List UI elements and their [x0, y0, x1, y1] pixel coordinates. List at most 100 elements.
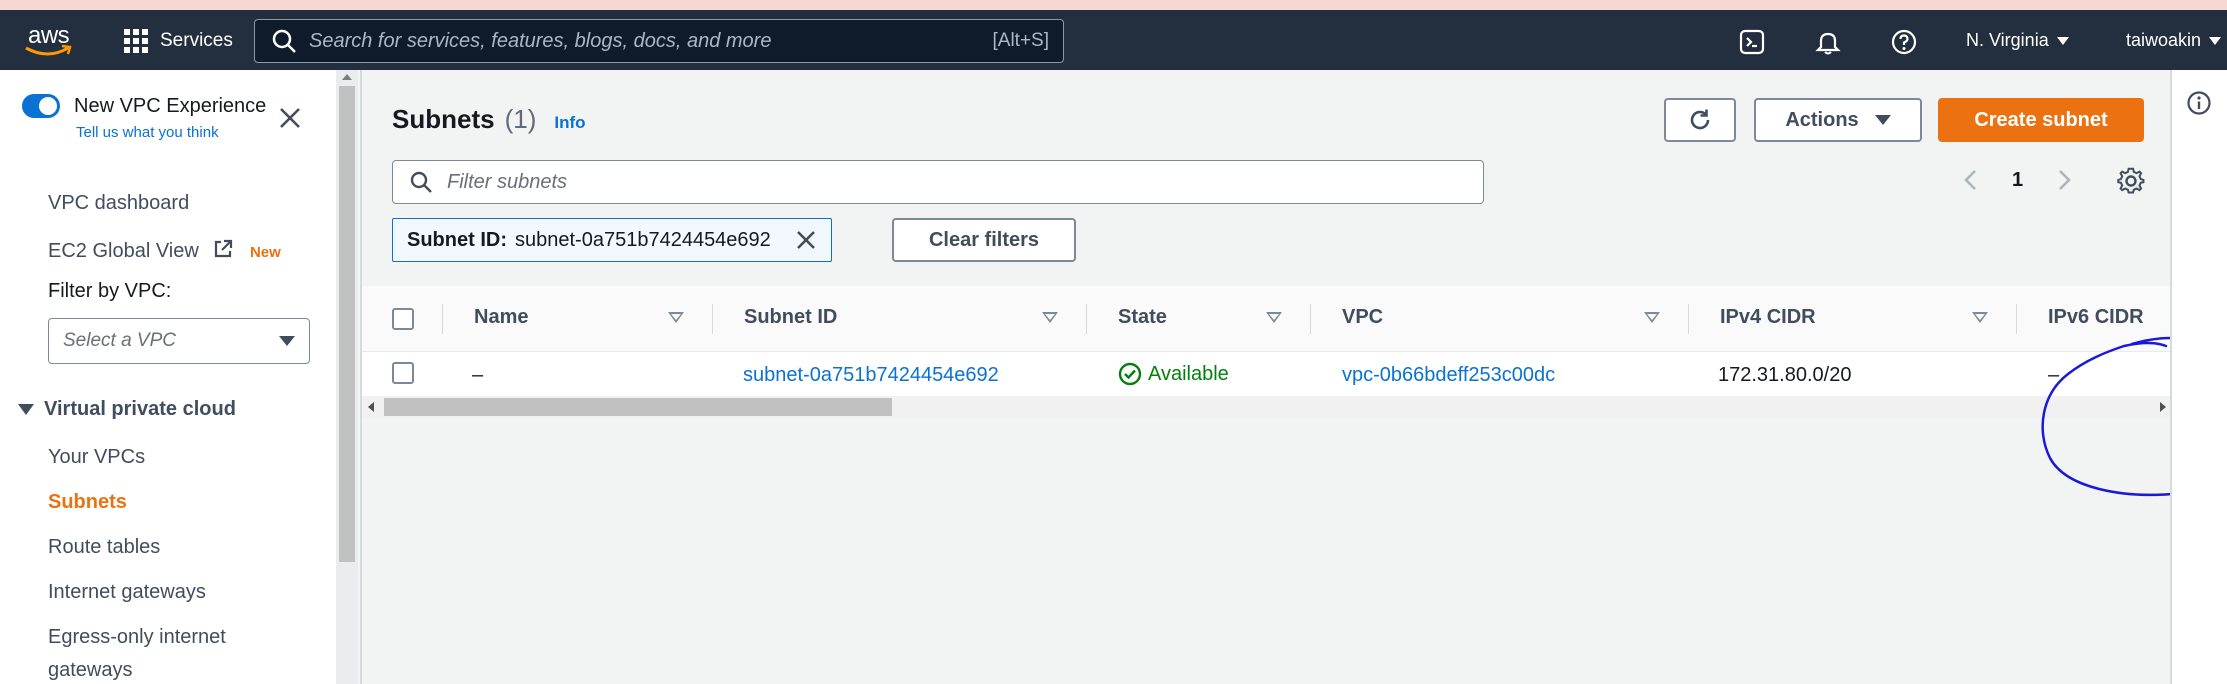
column-header-name[interactable]: Name [474, 306, 528, 329]
caret-down-icon [2209, 36, 2222, 45]
chevron-left-icon[interactable] [1962, 168, 1978, 192]
aws-logo[interactable]: aws [24, 22, 76, 58]
cell-state: Available [1118, 362, 1229, 386]
remove-token-icon[interactable] [795, 229, 817, 251]
column-header-state[interactable]: State [1118, 306, 1167, 329]
search-icon [410, 171, 432, 193]
sidebar-item-egress-only-gateways-cont[interactable]: gateways [48, 659, 133, 682]
cell-subnet-id-link[interactable]: subnet-0a751b7424454e692 [743, 364, 999, 387]
column-divider[interactable] [2016, 304, 2017, 334]
subnets-table: Name Subnet ID State VPC IPv4 CIDR IPv6 … [362, 286, 2172, 396]
info-link[interactable]: Info [554, 113, 585, 133]
help-icon[interactable] [1890, 28, 1918, 56]
actions-button[interactable]: Actions [1754, 98, 1922, 142]
check-circle-icon [1118, 362, 1142, 386]
sort-icon[interactable] [1644, 312, 1660, 323]
region-label: N. Virginia [1966, 30, 2049, 50]
smile-icon [25, 44, 72, 56]
subnet-count: (1) [504, 104, 537, 134]
sidebar-item-internet-gateways[interactable]: Internet gateways [48, 581, 206, 604]
sort-icon[interactable] [668, 312, 684, 323]
row-checkbox[interactable] [392, 362, 414, 384]
services-label: Services [160, 30, 233, 51]
bell-icon[interactable] [1814, 28, 1842, 56]
side-navigation: New VPC Experience Tell us what you thin… [0, 70, 336, 684]
token-key: Subnet ID: [407, 228, 507, 251]
info-circle-icon[interactable] [2186, 90, 2212, 121]
caret-down-icon [2056, 36, 2069, 45]
sidebar-scrollbar[interactable] [336, 70, 358, 684]
state-label: Available [1148, 362, 1229, 385]
sort-icon[interactable] [1266, 312, 1282, 323]
refresh-button[interactable] [1664, 98, 1736, 142]
column-header-ipv4-cidr[interactable]: IPv4 CIDR [1720, 306, 1816, 329]
toggle-label: New VPC Experience [74, 94, 267, 117]
search-shortcut: [Alt+S] [992, 30, 1050, 51]
close-icon[interactable] [278, 106, 302, 130]
grid-icon [124, 29, 148, 53]
actions-label: Actions [1785, 108, 1859, 131]
sidebar-item-route-tables[interactable]: Route tables [48, 536, 160, 559]
scroll-left-icon[interactable] [368, 402, 374, 412]
vpc-select-placeholder: Select a VPC [63, 330, 176, 351]
collapse-icon [18, 404, 34, 415]
right-tools-panel [2170, 70, 2227, 684]
clear-filters-label: Clear filters [928, 228, 1040, 251]
filter-token: Subnet ID: subnet-0a751b7424454e692 [392, 218, 832, 262]
create-subnet-button[interactable]: Create subnet [1938, 98, 2144, 142]
token-value: subnet-0a751b7424454e692 [515, 228, 771, 251]
vpc-select[interactable]: Select a VPC [48, 318, 310, 364]
page-number[interactable]: 1 [2012, 169, 2023, 192]
feedback-link[interactable]: Tell us what you think [76, 124, 219, 141]
column-divider[interactable] [1086, 304, 1087, 334]
global-search[interactable]: [Alt+S] [254, 19, 1064, 63]
settings-icon[interactable] [2116, 166, 2146, 201]
table-row[interactable]: – subnet-0a751b7424454e692 Available vpc… [362, 352, 2172, 396]
table-horizontal-scrollbar[interactable] [362, 396, 2172, 418]
services-menu[interactable]: Services [124, 27, 233, 55]
column-divider[interactable] [1688, 304, 1689, 334]
sidebar-item-vpc-dashboard[interactable]: VPC dashboard [48, 192, 189, 215]
user-label: taiwoakin [2126, 30, 2202, 50]
browser-strip [0, 0, 2227, 10]
scroll-thumb[interactable] [384, 398, 892, 416]
cloudshell-icon[interactable] [1738, 28, 1766, 56]
section-virtual-private-cloud[interactable]: Virtual private cloud [18, 398, 236, 421]
select-all-checkbox[interactable] [392, 308, 414, 330]
chevron-right-icon[interactable] [2057, 168, 2073, 192]
new-vpc-toggle[interactable] [22, 94, 60, 118]
pagination: 1 [1962, 168, 2073, 192]
clear-filters-button[interactable]: Clear filters [892, 218, 1076, 262]
filter-subnets-input[interactable] [447, 170, 1347, 194]
account-menu[interactable]: taiwoakin [2126, 30, 2222, 51]
column-header-subnet-id[interactable]: Subnet ID [744, 306, 837, 329]
refresh-icon [1690, 109, 1710, 130]
top-navigation: aws Services [Alt+S] N. Virginia taiwoak… [0, 10, 2227, 70]
column-divider [442, 304, 443, 334]
cell-vpc-link[interactable]: vpc-0b66bdeff253c00dc [1342, 364, 1555, 387]
cell-ipv4-cidr: 172.31.80.0/20 [1718, 364, 1852, 386]
column-header-ipv6-cidr[interactable]: IPv6 CIDR [2048, 306, 2144, 329]
sort-icon[interactable] [1042, 312, 1058, 323]
sidebar-item-subnets[interactable]: Subnets [48, 491, 127, 514]
column-header-vpc[interactable]: VPC [1342, 306, 1383, 329]
sidebar-item-ec2-global-view[interactable]: EC2 Global View New [48, 238, 281, 263]
sidebar-item-egress-only-gateways[interactable]: Egress-only internet [48, 626, 226, 649]
sidebar-item-your-vpcs[interactable]: Your VPCs [48, 446, 145, 469]
search-icon [271, 28, 297, 54]
search-input[interactable] [309, 29, 993, 53]
column-divider[interactable] [1310, 304, 1311, 334]
filter-subnets-field[interactable] [392, 160, 1484, 204]
create-subnet-label: Create subnet [1974, 108, 2108, 131]
page-title: Subnets [392, 104, 495, 134]
caret-down-icon [1874, 115, 1891, 125]
table-header: Name Subnet ID State VPC IPv4 CIDR IPv6 … [362, 286, 2172, 352]
scroll-up-icon[interactable] [342, 74, 352, 80]
column-divider[interactable] [712, 304, 713, 334]
section-title: Virtual private cloud [44, 398, 236, 420]
sort-icon[interactable] [1972, 312, 1988, 323]
scroll-thumb[interactable] [339, 86, 355, 562]
main-content: Subnets (1) Info Actions Create subnet 1… [360, 70, 2227, 684]
region-selector[interactable]: N. Virginia [1966, 30, 2069, 51]
new-badge: New [249, 244, 281, 261]
